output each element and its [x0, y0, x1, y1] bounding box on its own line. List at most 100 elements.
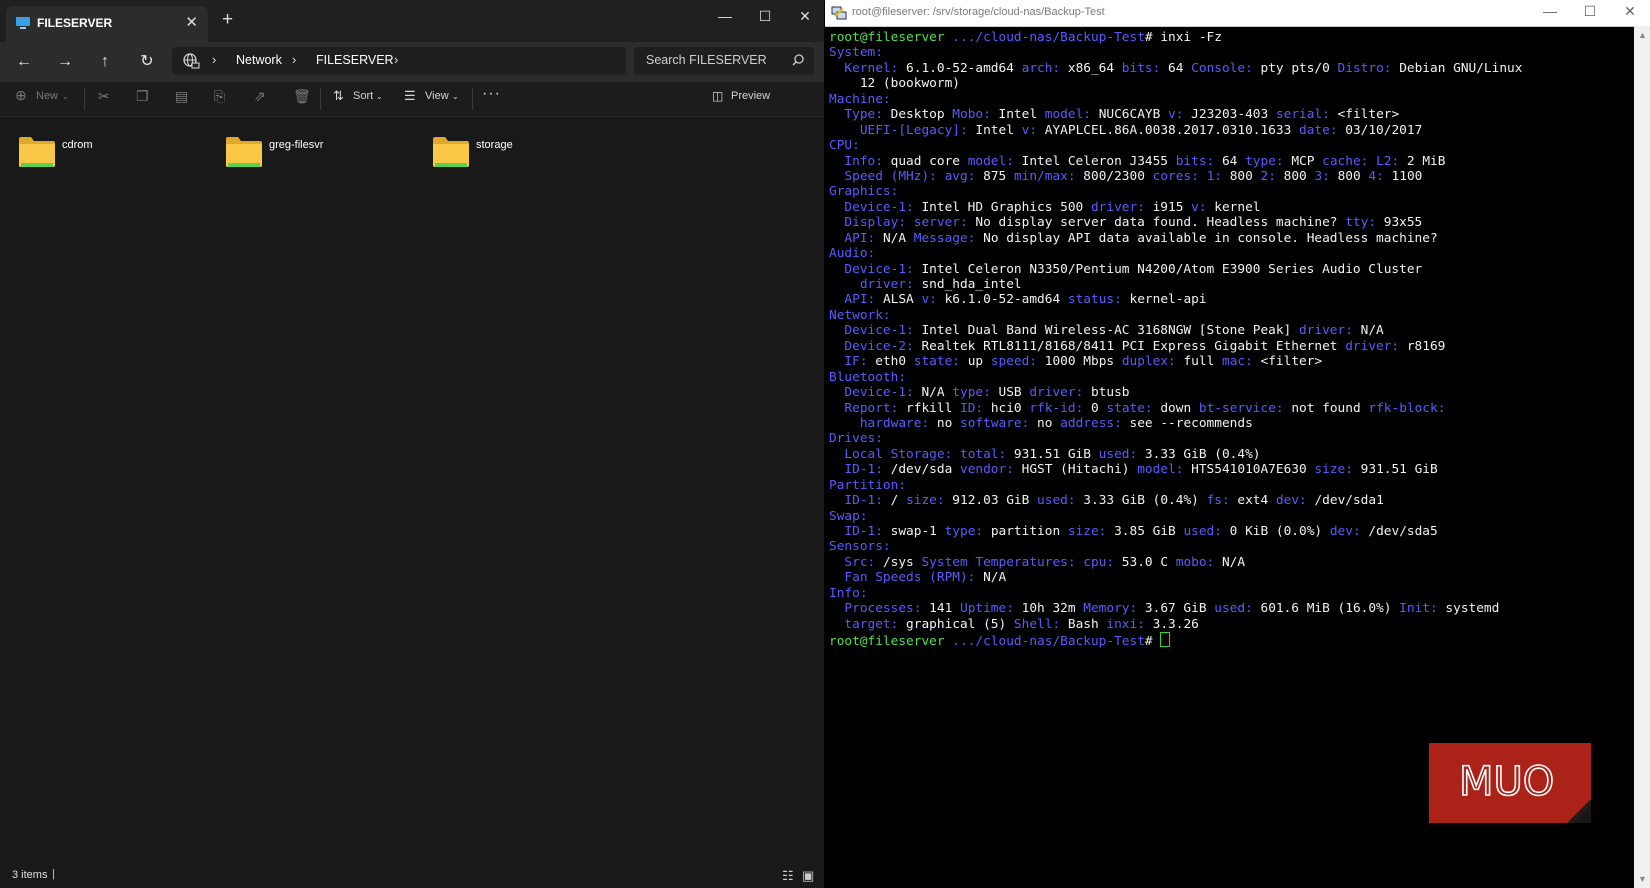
terminal-text: r8169 — [1399, 338, 1446, 354]
terminal-text: x86_64 — [1060, 60, 1122, 76]
muo-logo-watermark: MUO — [1429, 743, 1591, 823]
rename-icon[interactable]: ⎘ — [214, 88, 225, 105]
terminal-text: kernel — [1206, 199, 1261, 215]
terminal-text: HGST (Hitachi) — [1013, 462, 1138, 478]
copy-icon[interactable]: ❐ — [136, 88, 149, 105]
maximize-icon[interactable]: ☐ — [1571, 3, 1609, 20]
paste-icon[interactable]: ▤ — [175, 88, 188, 105]
up-icon[interactable]: ↑ — [93, 51, 117, 73]
folder-icon — [226, 137, 262, 167]
refresh-icon[interactable]: ↻ — [135, 51, 159, 73]
terminal-line: Speed (MHz): avg: 875 min/max: 800/2300 … — [829, 169, 1629, 184]
breadcrumb-chevron-icon[interactable]: › — [292, 52, 296, 67]
address-bar[interactable]: › Network › FILESERVER › — [172, 47, 626, 75]
folder-item[interactable]: cdrom — [0, 125, 200, 175]
terminal-text: # — [1144, 634, 1161, 650]
terminal-text: type: — [944, 524, 984, 539]
terminal-scrollbar[interactable]: ▲ ▼ — [1634, 26, 1650, 888]
preview-button[interactable]: Preview — [731, 90, 770, 102]
terminal-text: Intel HD Graphics 500 — [913, 199, 1091, 215]
terminal-text: N/A — [875, 230, 914, 246]
minimize-icon[interactable]: — — [1531, 3, 1569, 19]
close-window-icon[interactable]: ✕ — [785, 4, 825, 28]
terminal-text: k6.1.0-52-amd64 — [936, 292, 1068, 308]
terminal-text: v: — [1191, 199, 1207, 215]
terminal-line: Info: quad core model: Intel Celeron J34… — [829, 154, 1629, 169]
forward-icon[interactable]: → — [53, 51, 77, 73]
terminal-text: Shell: — [1013, 616, 1061, 632]
chevron-down-icon: ⌄ — [62, 92, 69, 101]
terminal-line: API: N/A Message: No display API data av… — [829, 231, 1629, 246]
new-icon[interactable]: ⊕ — [15, 87, 27, 104]
terminal-text: address: — [1060, 415, 1122, 431]
tab-close-icon[interactable]: ✕ — [185, 13, 198, 31]
terminal-line: System: — [829, 45, 1629, 60]
terminal-text: <filter> — [1329, 107, 1400, 123]
terminal-text: Fan Speeds (RPM): — [829, 570, 976, 586]
terminal-line: Device-1: Intel HD Graphics 500 driver: … — [829, 200, 1629, 215]
terminal-text: Partition: — [829, 477, 907, 493]
terminal-line: Display: server: No display server data … — [829, 215, 1629, 230]
preview-icon[interactable]: ◫ — [712, 89, 723, 103]
terminal-text: serial: — [1275, 107, 1330, 123]
terminal-text: Device-1: — [829, 261, 914, 277]
breadcrumb-network[interactable]: Network — [236, 53, 282, 67]
sort-icon[interactable]: ⇅ — [333, 88, 344, 104]
terminal-text: eth0 — [867, 354, 914, 370]
terminal-line: Type: Desktop Mobo: Intel model: NUC6CAY… — [829, 107, 1629, 122]
back-icon[interactable]: ← — [12, 51, 36, 73]
terminal-line: Swap: — [829, 509, 1629, 524]
terminal-text: ext4 — [1229, 493, 1276, 509]
terminal-line: ID-1: / size: 912.03 GiB used: 3.33 GiB … — [829, 493, 1629, 508]
breadcrumb-fileserver[interactable]: FILESERVER — [316, 53, 394, 67]
folder-item[interactable]: greg-filesvr — [207, 125, 407, 175]
terminal-line: IF: eth0 state: up speed: 1000 Mbps dupl… — [829, 354, 1629, 369]
scroll-up-icon[interactable]: ▲ — [1638, 30, 1647, 40]
terminal-text: Network: — [829, 307, 891, 323]
breadcrumb-chevron-icon[interactable]: › — [394, 52, 398, 67]
search-input[interactable]: Search FILESERVER — [634, 47, 814, 75]
terminal-line: Processes: 141 Uptime: 10h 32m Memory: 3… — [829, 601, 1629, 616]
details-view-icon[interactable]: ☷ — [782, 868, 794, 884]
terminal-line: Drives: — [829, 431, 1629, 446]
close-window-icon[interactable]: ✕ — [1611, 3, 1649, 20]
putty-icon — [831, 6, 847, 20]
sort-button[interactable]: Sort — [353, 90, 373, 102]
terminal-text: <filter> — [1252, 354, 1323, 370]
terminal-text: API: — [829, 292, 876, 308]
terminal-text: / — [882, 493, 907, 509]
minimize-icon[interactable]: — — [705, 4, 745, 28]
terminal-text: v: — [1021, 122, 1038, 138]
terminal-text: Display: — [829, 215, 907, 231]
explorer-tab[interactable]: FILESERVER ✕ — [6, 6, 208, 42]
new-button[interactable]: New — [36, 90, 58, 102]
view-button[interactable]: View — [425, 90, 449, 102]
terminal-text: 3: — [1314, 168, 1330, 184]
terminal-titlebar: root@fileserver: /srv/storage/cloud-nas/… — [825, 0, 1650, 27]
share-icon[interactable]: ⇗ — [254, 88, 266, 105]
terminal-text: model: — [1044, 107, 1091, 123]
terminal-line: UEFI-[Legacy]: Intel v: AYAPLCEL.86A.003… — [829, 123, 1629, 138]
terminal-text: cpu: — [1075, 554, 1115, 570]
tiles-view-icon[interactable]: ▣ — [802, 868, 814, 884]
view-icon[interactable]: ☰ — [404, 88, 416, 104]
terminal-text: rfk-id: — [1029, 400, 1084, 416]
terminal-text: Local Storage: — [829, 446, 953, 462]
cut-icon[interactable]: ✂ — [98, 88, 110, 105]
terminal-text: 1000 Mbps — [1037, 354, 1122, 370]
terminal-text: partition — [983, 524, 1068, 539]
terminal-text: Intel — [967, 122, 1022, 138]
terminal-text: 141 — [921, 601, 960, 617]
scroll-down-icon[interactable]: ▼ — [1638, 874, 1647, 884]
terminal-line: Graphics: — [829, 184, 1629, 199]
terminal-text: kernel-api — [1121, 292, 1207, 308]
breadcrumb-chevron-icon[interactable]: › — [212, 52, 216, 67]
terminal-text: fs: — [1206, 493, 1230, 509]
delete-icon[interactable]: 🗑 — [293, 88, 311, 105]
maximize-icon[interactable]: ☐ — [745, 4, 785, 28]
terminal-text: Sensors: — [829, 539, 891, 555]
folder-item[interactable]: storage — [414, 125, 614, 175]
more-options-icon[interactable]: ··· — [482, 85, 501, 103]
terminal-text: target: — [829, 616, 899, 632]
new-tab-icon[interactable]: + — [222, 9, 233, 31]
